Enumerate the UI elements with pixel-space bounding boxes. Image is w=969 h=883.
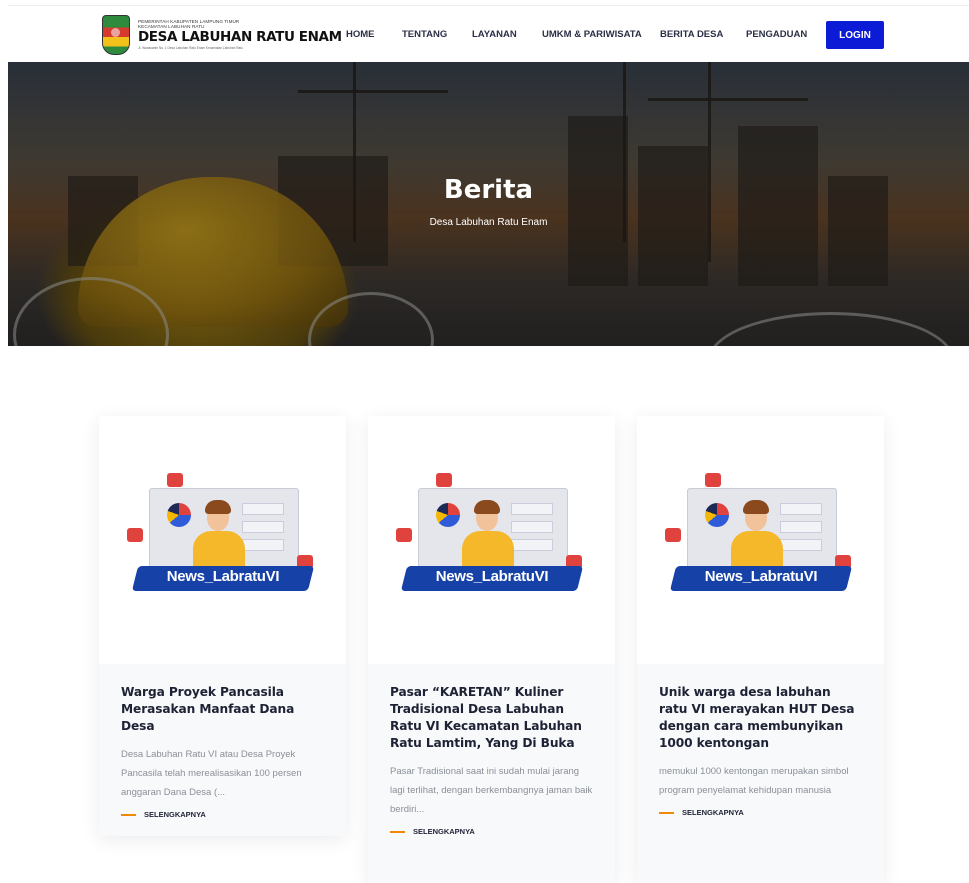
news-card-title[interactable]: Unik warga desa labuhan ratu VI merayaka… <box>659 684 862 752</box>
hero-banner: Berita Desa Labuhan Ratu Enam <box>8 62 969 346</box>
nav-tentang[interactable]: TENTANG <box>402 29 472 40</box>
news-illustration-icon: News_LabratuVI <box>396 473 586 603</box>
main-nav: HOME TENTANG LAYANAN UMKM & PARIWISATA B… <box>346 29 816 40</box>
news-image-label: News_LabratuVI <box>435 568 549 585</box>
news-card-image[interactable]: News_LabratuVI <box>368 416 615 664</box>
logo-title: DESA LABUHAN RATU ENAM <box>138 29 342 46</box>
news-card-image[interactable]: News_LabratuVI <box>99 416 346 664</box>
page-title: Berita <box>443 175 534 205</box>
nav-home[interactable]: HOME <box>346 29 402 40</box>
nav-layanan[interactable]: LAYANAN <box>472 29 542 40</box>
login-button[interactable]: LOGIN <box>826 21 884 49</box>
site-header: PEMERINTAH KABUPATEN LAMPUNG TIMUR KECAM… <box>8 5 969 63</box>
news-card-image[interactable]: News_LabratuVI <box>637 416 884 664</box>
read-more-link[interactable]: SELENGKAPNYA <box>390 827 593 836</box>
news-card-excerpt: memukul 1000 kentongan merupakan simbol … <box>659 766 849 796</box>
news-card[interactable]: News_LabratuVI Warga Proyek Pancasila Me… <box>99 416 346 836</box>
news-image-label: News_LabratuVI <box>704 568 818 585</box>
news-card-excerpt: Pasar Tradisional saat ini sudah mulai j… <box>390 766 593 815</box>
regency-crest-icon <box>102 15 130 55</box>
news-illustration-icon: News_LabratuVI <box>127 473 317 603</box>
news-card-title[interactable]: Warga Proyek Pancasila Merasakan Manfaat… <box>121 684 324 735</box>
news-card-title[interactable]: Pasar “KARETAN” Kuliner Tradisional Desa… <box>390 684 593 752</box>
news-illustration-icon: News_LabratuVI <box>665 473 855 603</box>
nav-umkm-pariwisata[interactable]: UMKM & PARIWISATA <box>542 29 660 40</box>
news-card[interactable]: News_LabratuVI Unik warga desa labuhan r… <box>637 416 884 883</box>
nav-pengaduan[interactable]: PENGADUAN <box>746 29 816 40</box>
page-subtitle: Desa Labuhan Ratu Enam <box>429 217 548 228</box>
news-card-excerpt: Desa Labuhan Ratu VI atau Desa Proyek Pa… <box>121 749 302 798</box>
read-more-link[interactable]: SELENGKAPNYA <box>121 810 324 819</box>
news-image-label: News_LabratuVI <box>166 568 280 585</box>
site-logo[interactable]: PEMERINTAH KABUPATEN LAMPUNG TIMUR KECAM… <box>102 15 342 55</box>
logo-address: Jl. Wanasantri No. 1 Desa Labuhan Ratu E… <box>138 45 243 50</box>
nav-berita-desa[interactable]: BERITA DESA <box>660 29 746 40</box>
read-more-link[interactable]: SELENGKAPNYA <box>659 808 862 817</box>
news-card[interactable]: News_LabratuVI Pasar “KARETAN” Kuliner T… <box>368 416 615 883</box>
